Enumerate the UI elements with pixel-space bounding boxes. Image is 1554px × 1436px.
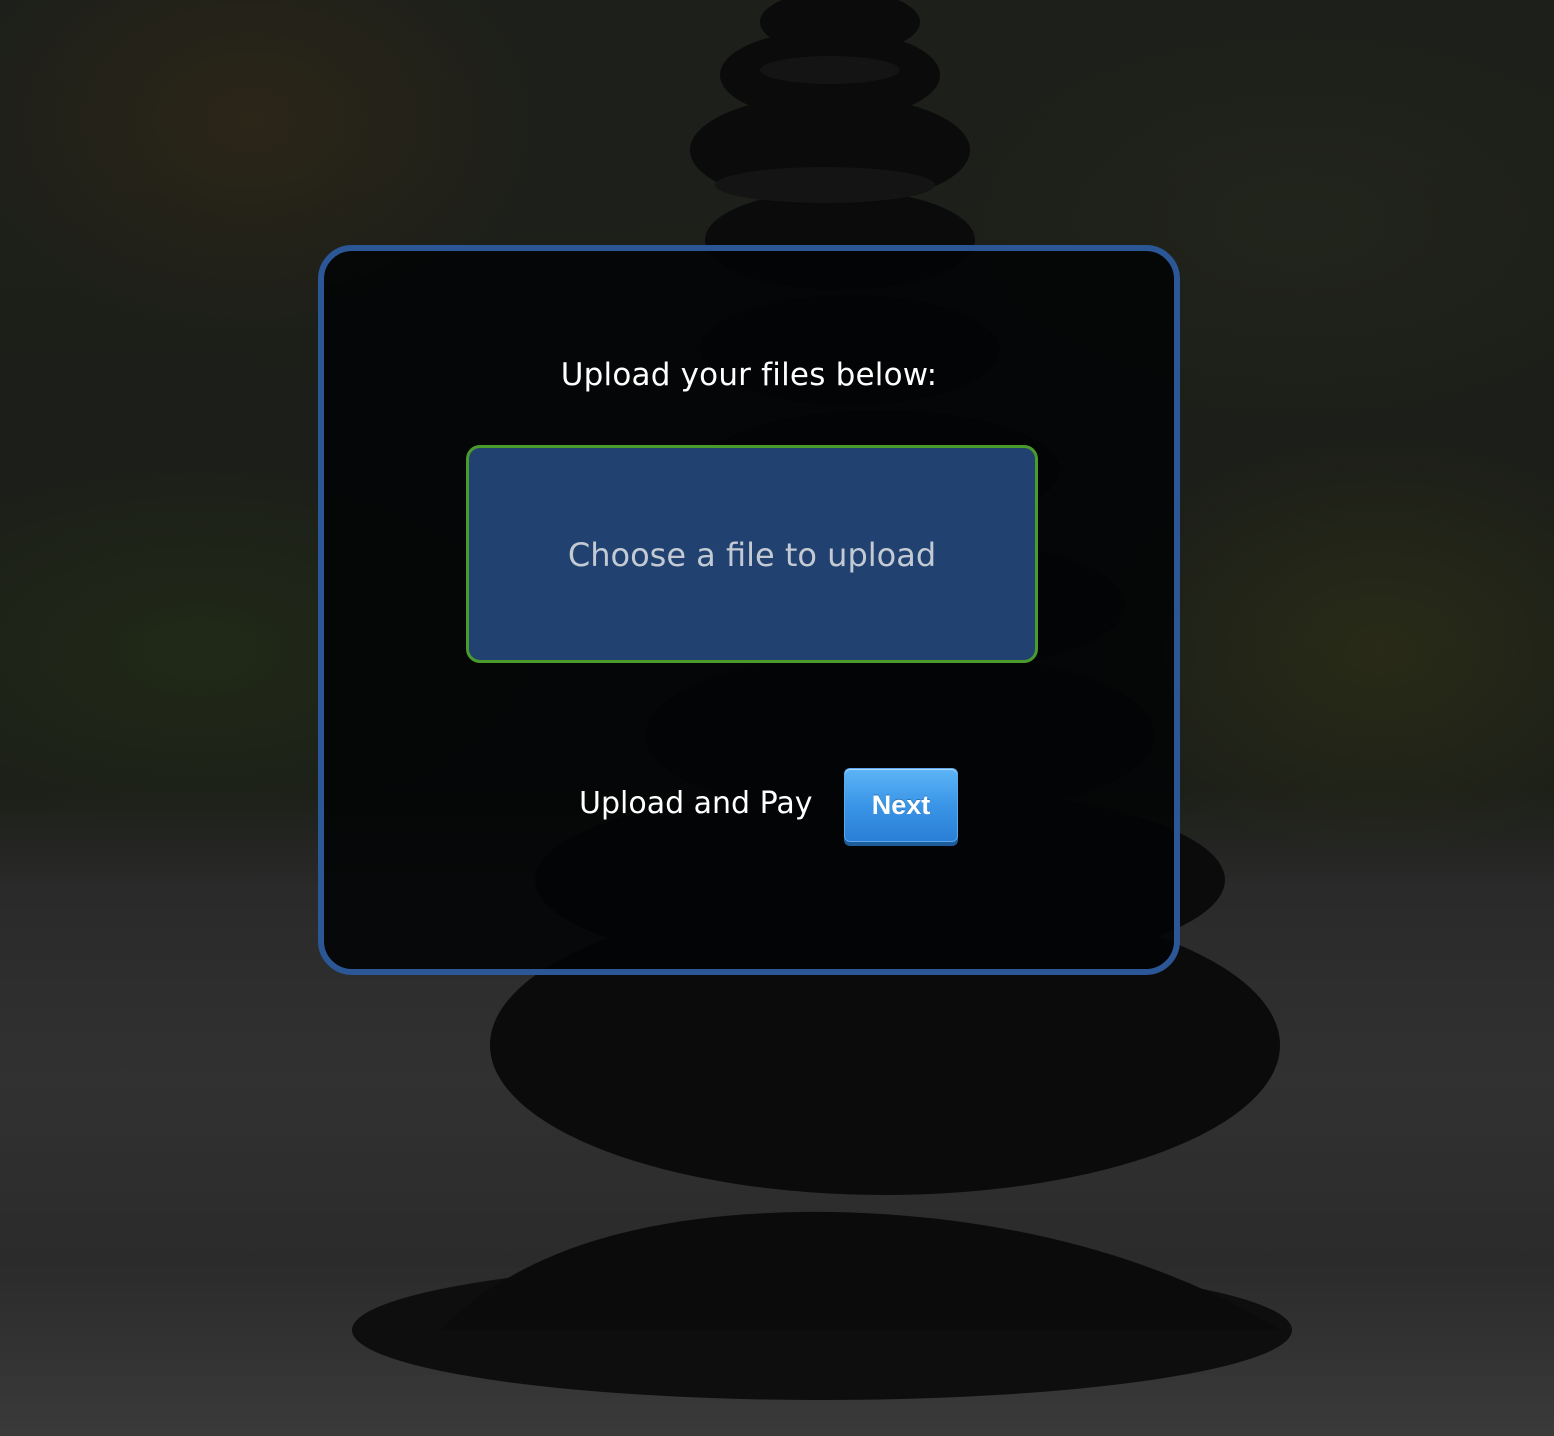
upload-card: Upload your files below: Choose a file t…: [318, 245, 1180, 975]
dropzone-label: Choose a file to upload: [567, 536, 937, 574]
upload-and-pay-label: Upload and Pay: [579, 786, 813, 821]
next-button[interactable]: Next: [844, 768, 958, 842]
upload-heading: Upload your files below:: [560, 357, 938, 393]
file-dropzone[interactable]: Choose a file to upload: [466, 445, 1038, 663]
